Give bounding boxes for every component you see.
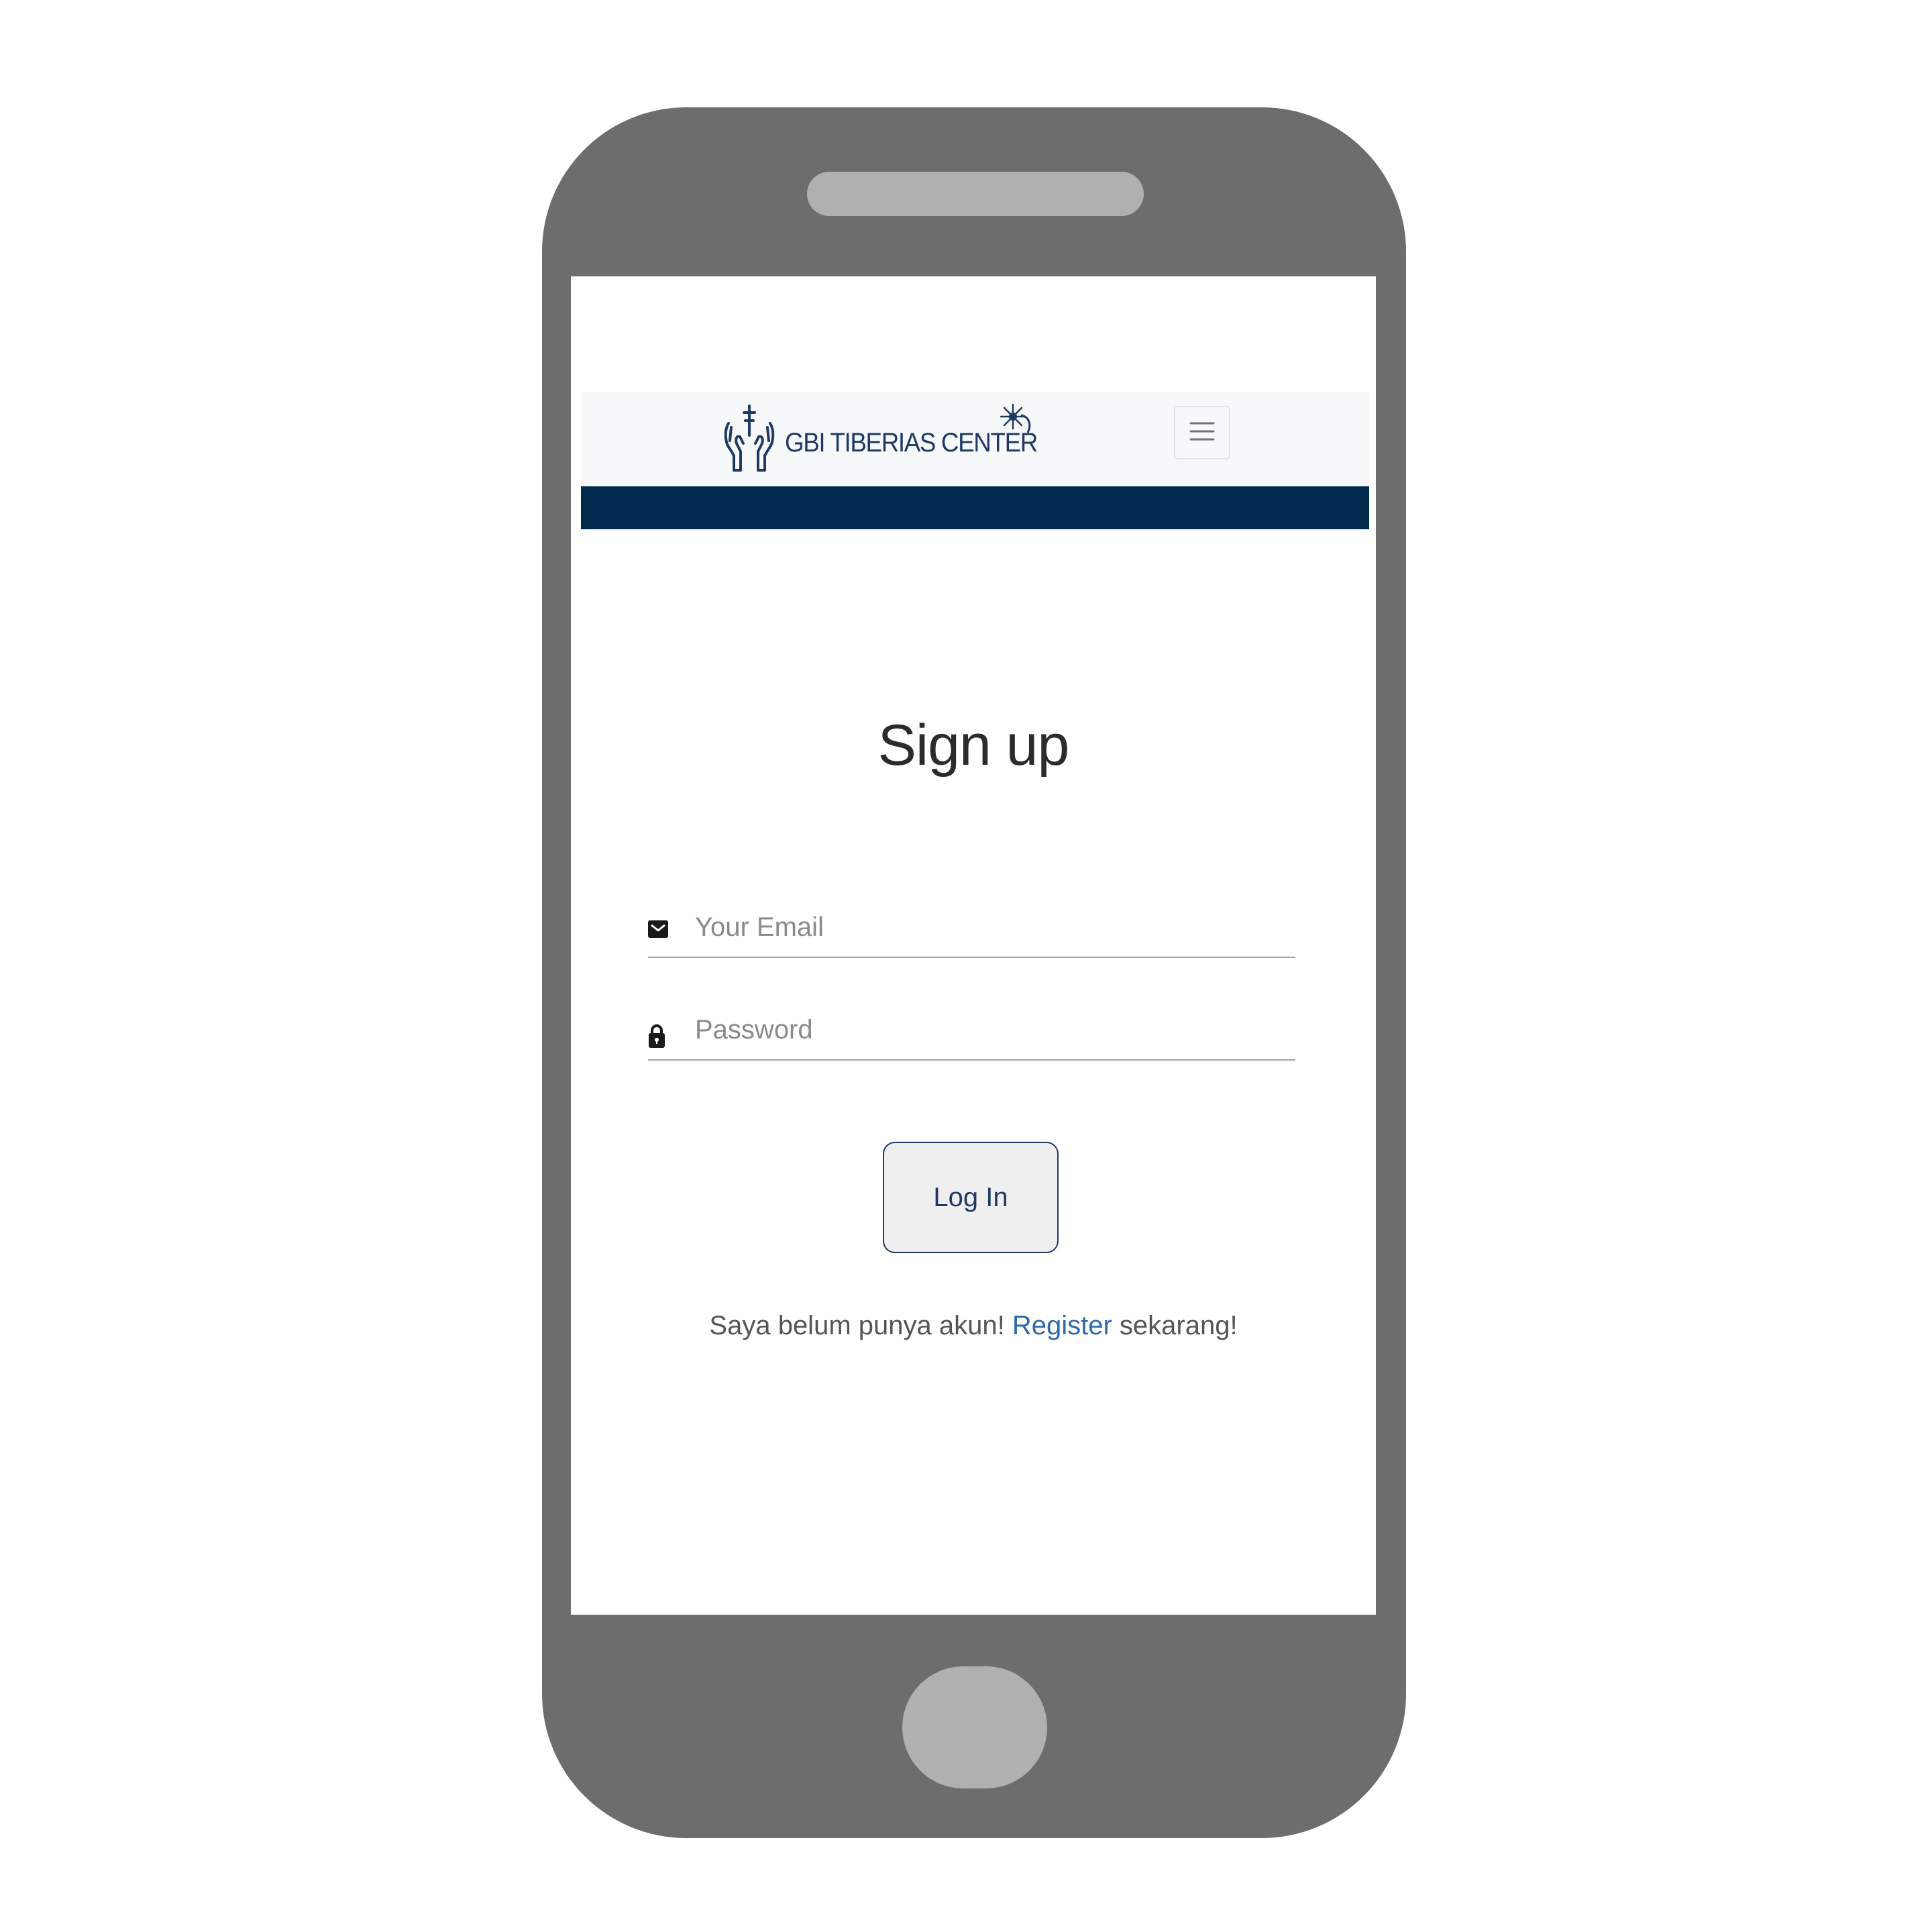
sparkle-icon (998, 402, 1036, 439)
register-link[interactable]: Register (1012, 1311, 1112, 1340)
envelope-icon (648, 920, 668, 941)
login-button[interactable]: Log In (883, 1142, 1059, 1253)
phone-speaker (807, 172, 1144, 216)
praying-hands-cross-icon (722, 403, 777, 473)
navbar: GBI TIBERIAS CENTER (581, 392, 1369, 486)
page-title: Sign up (877, 713, 1070, 777)
register-prompt: Saya belum punya akun! Register sekarang… (571, 1311, 1376, 1341)
brand-logo-link[interactable]: GBI TIBERIAS CENTER (722, 398, 1059, 478)
hamburger-menu-icon (1189, 418, 1216, 448)
stage: GBI TIBERIAS CENTER Sign up Your Email L… (0, 0, 1932, 1932)
password-input[interactable] (695, 1008, 1285, 1051)
register-prompt-suffix: sekarang! (1119, 1311, 1238, 1340)
email-input[interactable] (695, 906, 1285, 949)
menu-toggle-button[interactable] (1174, 406, 1230, 460)
phone-screen: GBI TIBERIAS CENTER Sign up Your Email L… (571, 276, 1376, 1615)
phone-home-button[interactable] (902, 1666, 1047, 1788)
email-field (648, 900, 1295, 958)
navy-banner (581, 486, 1369, 529)
password-field (648, 1003, 1295, 1061)
register-prompt-prefix: Saya belum punya akun! (709, 1311, 1005, 1340)
lock-icon (648, 1023, 665, 1052)
